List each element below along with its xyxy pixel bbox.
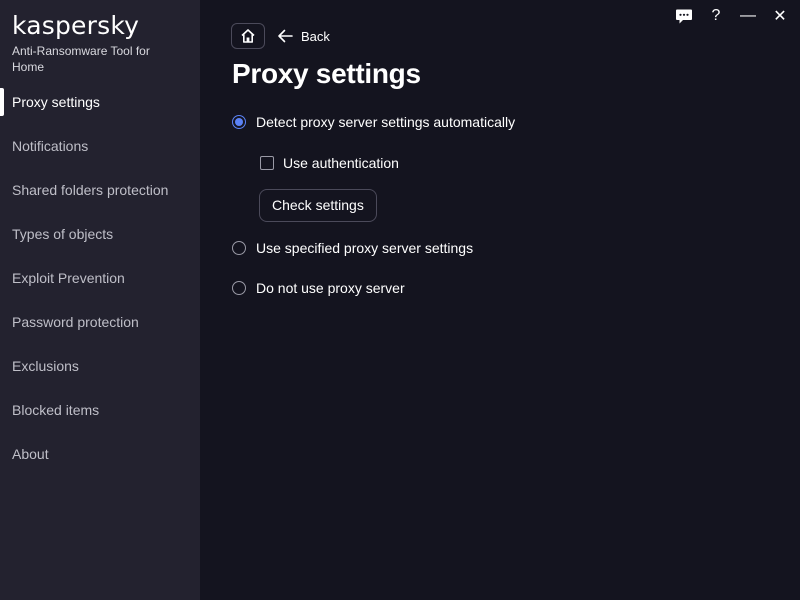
sidebar-nav: Proxy settings Notifications Shared fold…	[0, 80, 200, 476]
sidebar-item-about[interactable]: About	[0, 432, 200, 476]
sidebar-item-label: Proxy settings	[12, 94, 100, 110]
kaspersky-logo: kaspersky	[12, 11, 140, 40]
help-button[interactable]: ?	[700, 4, 732, 28]
radio-selected-indicator[interactable]	[232, 115, 246, 129]
radio-detect-automatically[interactable]: Detect proxy server settings automatical…	[232, 114, 515, 130]
use-authentication-checkbox[interactable]: Use authentication	[260, 155, 399, 171]
home-button[interactable]	[231, 23, 265, 49]
sidebar-item-types-of-objects[interactable]: Types of objects	[0, 212, 200, 256]
back-button[interactable]: Back	[277, 29, 330, 44]
sidebar-item-label: Blocked items	[12, 402, 100, 418]
sidebar-item-label: Exclusions	[12, 358, 79, 374]
sidebar-item-label: Password protection	[12, 314, 139, 330]
radio-label: Detect proxy server settings automatical…	[256, 114, 516, 130]
back-arrow-icon	[278, 29, 293, 43]
sidebar-item-proxy-settings[interactable]: Proxy settings	[0, 80, 200, 124]
radio-label: Use specified proxy server settings	[256, 240, 474, 256]
checkbox-box[interactable]	[260, 156, 274, 170]
radio-label: Do not use proxy server	[256, 280, 405, 296]
home-icon	[241, 29, 255, 43]
page-title: Proxy settings	[232, 58, 421, 89]
check-settings-button[interactable]: Check settings	[259, 189, 377, 222]
radio-use-specified-proxy[interactable]: Use specified proxy server settings	[232, 240, 473, 256]
sidebar: kaspersky Anti-Ransomware Tool for Home …	[0, 0, 200, 600]
checkbox-label: Use authentication	[283, 155, 399, 171]
sidebar-item-label: Exploit Prevention	[12, 270, 125, 286]
back-label: Back	[301, 28, 330, 44]
sidebar-item-label: About	[12, 446, 49, 462]
close-button[interactable]: ✕	[764, 4, 796, 28]
product-subtitle: Anti-Ransomware Tool for Home	[12, 44, 150, 74]
sidebar-item-exploit-prevention[interactable]: Exploit Prevention	[0, 256, 200, 300]
sidebar-item-password-protection[interactable]: Password protection	[0, 300, 200, 344]
radio-indicator[interactable]	[232, 241, 246, 255]
main-content: Back Proxy settings Detect proxy server …	[200, 0, 800, 600]
sidebar-item-label: Shared folders protection	[12, 182, 169, 198]
brand: kaspersky Anti-Ransomware Tool for Home	[12, 12, 162, 75]
sidebar-item-notifications[interactable]: Notifications	[0, 124, 200, 168]
sidebar-item-shared-folders-protection[interactable]: Shared folders protection	[0, 168, 200, 212]
radio-no-proxy[interactable]: Do not use proxy server	[232, 280, 405, 296]
minimize-button[interactable]: —	[732, 4, 764, 28]
feedback-button[interactable]	[668, 4, 700, 28]
sidebar-item-label: Notifications	[12, 138, 89, 154]
sidebar-item-blocked-items[interactable]: Blocked items	[0, 388, 200, 432]
radio-indicator[interactable]	[232, 281, 246, 295]
window-controls: ? — ✕	[668, 4, 796, 28]
top-navigation: Back	[231, 23, 330, 49]
sidebar-item-exclusions[interactable]: Exclusions	[0, 344, 200, 388]
feedback-icon	[676, 9, 692, 23]
sidebar-item-label: Types of objects	[12, 226, 114, 242]
